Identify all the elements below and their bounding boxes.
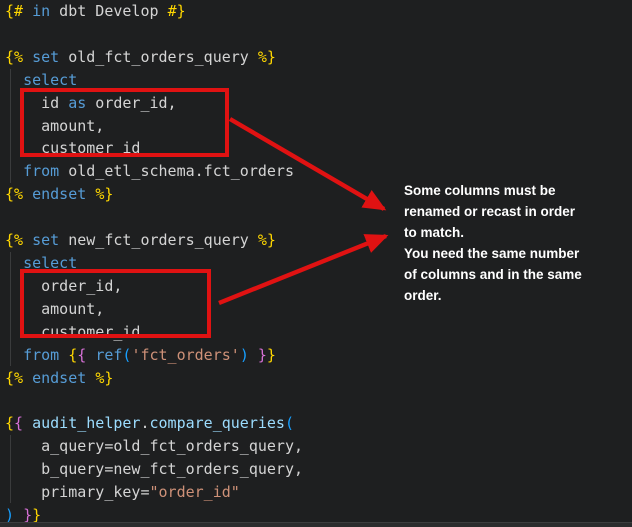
code-line: {% endset %} bbox=[0, 367, 632, 390]
indent-guide bbox=[10, 252, 11, 366]
note-line: to match. bbox=[404, 222, 600, 243]
note-line: You need the same number bbox=[404, 243, 600, 264]
code-line: from {{ ref('fct_orders') }} bbox=[0, 344, 632, 367]
code-line: {{ audit_helper.compare_queries( bbox=[0, 412, 632, 435]
indent-guide bbox=[10, 435, 11, 503]
code-line: {# in dbt Develop #} bbox=[0, 0, 632, 23]
annotation-box-new-columns bbox=[20, 269, 211, 338]
code-line: a_query=old_fct_orders_query, bbox=[0, 435, 632, 458]
bottom-panel-edge bbox=[0, 522, 632, 527]
note-line: order. bbox=[404, 285, 600, 306]
code-line bbox=[0, 23, 632, 46]
annotation-box-old-columns bbox=[20, 88, 229, 157]
annotation-note: Some columns must be renamed or recast i… bbox=[404, 180, 600, 306]
code-line: primary_key="order_id" bbox=[0, 481, 632, 504]
note-line: of columns and in the same bbox=[404, 264, 600, 285]
code-line: b_query=new_fct_orders_query, bbox=[0, 458, 632, 481]
indent-guide bbox=[10, 69, 11, 183]
note-line: renamed or recast in order bbox=[404, 201, 600, 222]
editor-canvas: {# in dbt Develop #} {% set old_fct_order… bbox=[0, 0, 632, 527]
code-line: {% set old_fct_orders_query %} bbox=[0, 46, 632, 69]
code-line bbox=[0, 389, 632, 412]
note-line: Some columns must be bbox=[404, 180, 600, 201]
